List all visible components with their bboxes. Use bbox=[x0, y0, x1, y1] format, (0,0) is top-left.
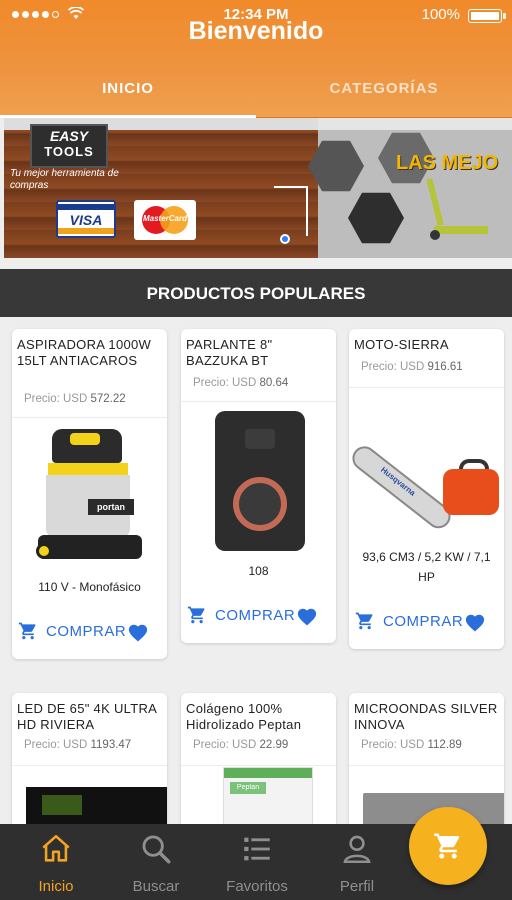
banner-tagline: Tu mejor herramienta de compras bbox=[10, 168, 119, 191]
product-grid: ASPIRADORA 1000W 15LT ANTIACAROS Precio:… bbox=[0, 327, 512, 824]
product-price: Precio: USD 80.64 bbox=[193, 377, 289, 389]
product-card[interactable]: MICROONDAS SILVER INNOVA Precio: USD 112… bbox=[349, 693, 504, 824]
product-name: MICROONDAS SILVER INNOVA bbox=[354, 701, 498, 732]
product-image[interactable] bbox=[215, 411, 305, 551]
hex-pattern bbox=[348, 192, 404, 244]
carousel-indicator-dot[interactable] bbox=[280, 234, 290, 244]
pallet-jack-image bbox=[426, 177, 488, 244]
easy-tools-logo: EASY TOOLS bbox=[30, 124, 108, 168]
search-icon bbox=[142, 835, 171, 864]
favorite-heart-icon[interactable] bbox=[464, 612, 486, 632]
page-title: Bienvenido bbox=[188, 17, 324, 45]
cart-icon bbox=[434, 833, 460, 859]
buy-button-label: COMPRAR bbox=[46, 622, 127, 640]
buy-button-label: COMPRAR bbox=[215, 606, 296, 624]
cart-icon bbox=[18, 622, 36, 640]
buy-button[interactable]: COMPRAR bbox=[187, 605, 295, 625]
list-icon bbox=[244, 837, 270, 861]
drill-outline-graphic bbox=[274, 186, 308, 236]
product-image[interactable]: portan bbox=[36, 429, 148, 567]
banner-slide-las-mejores[interactable]: LAS MEJO bbox=[308, 118, 512, 258]
nav-perfil[interactable]: Perfil bbox=[307, 824, 407, 900]
product-spec: 93,6 CM3 / 5,2 KW / 7,1 HP bbox=[362, 550, 491, 584]
favorite-heart-icon[interactable] bbox=[127, 622, 149, 642]
buy-button[interactable]: COMPRAR bbox=[18, 621, 126, 641]
product-name: ASPIRADORA 1000W 15LT ANTIACAROS bbox=[17, 337, 152, 368]
product-price: Precio: USD 916.61 bbox=[361, 361, 463, 373]
cart-icon bbox=[355, 612, 373, 630]
product-card[interactable]: Colágeno 100% Hidrolizado Peptan Precio:… bbox=[181, 693, 336, 824]
section-title: PRODUCTOS POPULARES bbox=[0, 269, 512, 317]
favorite-heart-icon[interactable] bbox=[296, 606, 318, 626]
banner-promo-title: LAS MEJO bbox=[396, 152, 499, 174]
home-icon bbox=[42, 834, 70, 862]
product-image[interactable]: Peptan bbox=[223, 767, 313, 824]
product-price: Precio: USD 572.22 bbox=[24, 393, 126, 405]
product-price: Precio: USD 1193.47 bbox=[24, 739, 132, 751]
product-name: LED DE 65" 4K ULTRA HD RIVIERA bbox=[17, 701, 157, 732]
app-header: 12:34 PM 100% Bienvenido INICIO CATEGORÍ… bbox=[0, 0, 512, 118]
nav-inicio[interactable]: Inicio bbox=[6, 824, 106, 900]
cart-icon bbox=[187, 606, 205, 624]
user-icon bbox=[343, 835, 371, 864]
cart-fab-button[interactable] bbox=[409, 807, 487, 885]
top-tabs: INICIO CATEGORÍAS bbox=[0, 60, 512, 118]
tab-categorias[interactable]: CATEGORÍAS bbox=[256, 60, 512, 118]
product-image[interactable] bbox=[349, 401, 501, 541]
product-name: Colágeno 100% Hidrolizado Peptan bbox=[186, 701, 302, 732]
product-price: Precio: USD 112.89 bbox=[361, 739, 462, 751]
product-card[interactable]: ASPIRADORA 1000W 15LT ANTIACAROS Precio:… bbox=[12, 329, 167, 659]
banner-slide-easytools[interactable]: EASY TOOLS Tu mejor herramienta de compr… bbox=[4, 118, 318, 258]
buy-button-label: COMPRAR bbox=[383, 612, 464, 630]
product-name: PARLANTE 8" BAZZUKA BT bbox=[186, 337, 273, 368]
product-card[interactable]: PARLANTE 8" BAZZUKA BT Precio: USD 80.64… bbox=[181, 329, 336, 643]
product-spec: 108 bbox=[248, 564, 269, 578]
buy-button[interactable]: COMPRAR bbox=[355, 611, 463, 631]
visa-card-icon: VISA bbox=[56, 200, 116, 238]
product-card[interactable]: LED DE 65" 4K ULTRA HD RIVIERA Precio: U… bbox=[12, 693, 167, 824]
product-price: Precio: USD 22.99 bbox=[193, 739, 289, 751]
product-card[interactable]: MOTO-SIERRA Precio: USD 916.61 93,6 CM3 … bbox=[349, 329, 504, 649]
tab-inicio[interactable]: INICIO bbox=[0, 60, 256, 118]
nav-favoritos[interactable]: Favoritos bbox=[207, 824, 307, 900]
mastercard-icon: MasterCard bbox=[134, 200, 196, 240]
promo-banner-carousel[interactable]: EASY TOOLS Tu mejor herramienta de compr… bbox=[4, 118, 512, 258]
product-image[interactable] bbox=[26, 787, 167, 824]
product-name: MOTO-SIERRA bbox=[354, 337, 449, 352]
product-spec: 110 V - Monofásico bbox=[38, 580, 141, 594]
nav-buscar[interactable]: Buscar bbox=[106, 824, 206, 900]
